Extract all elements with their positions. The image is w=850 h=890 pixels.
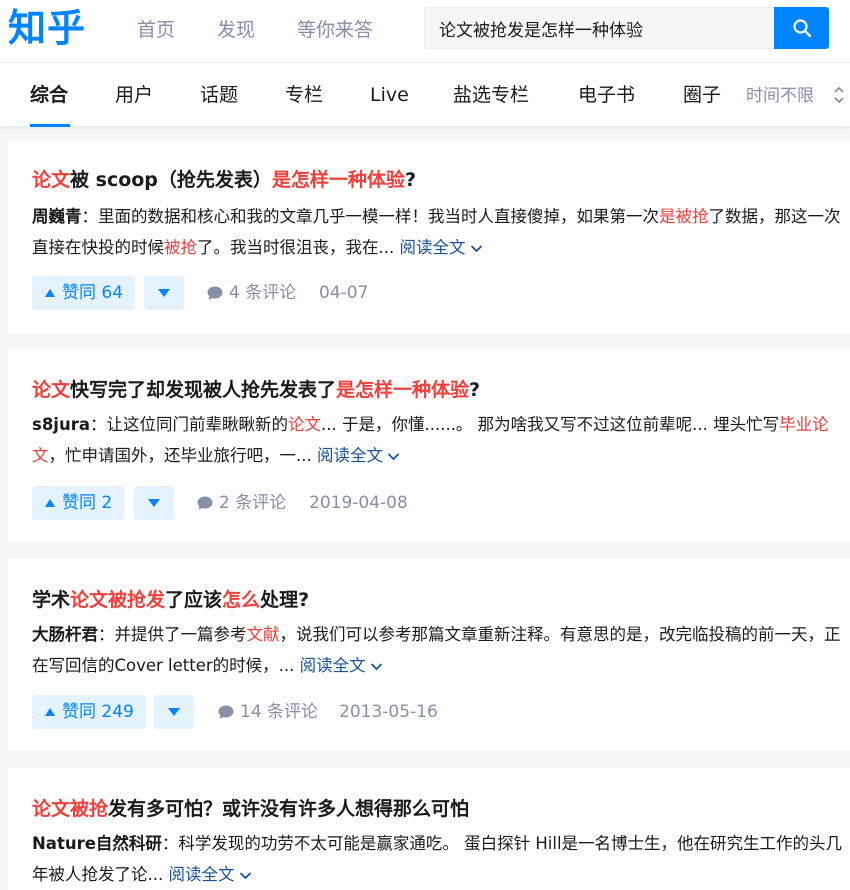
upvote-count: 赞同 2 bbox=[62, 493, 113, 513]
text-segment: ? bbox=[469, 379, 481, 401]
nav-waiting-answers[interactable]: 等你来答 bbox=[297, 17, 373, 43]
search-result-card: 学术论文被抢发了应该怎么处理? 大肠杆君：并提供了一篇参考文献，说我们可以参考那… bbox=[8, 559, 850, 751]
search-result-card: 论文被抢发有多可怕？或许没有许多人想得那么可怕 Nature自然科研：科学发现的… bbox=[8, 768, 850, 890]
search-result-card: 论文快写完了却发现被人抢先发表了是怎样一种体验? s8jura：让这位同门前辈瞅… bbox=[8, 349, 850, 542]
result-title[interactable]: 学术论文被抢发了应该怎么处理? bbox=[32, 586, 309, 614]
text-segment: 了应该 bbox=[165, 589, 223, 611]
triangle-down-icon bbox=[158, 289, 170, 297]
author-name[interactable]: s8jura bbox=[32, 415, 90, 434]
triangle-up-icon bbox=[45, 708, 55, 716]
comment-bubble-icon bbox=[218, 705, 234, 719]
text-segment: 处理? bbox=[260, 589, 310, 611]
search-type-tabs: 综合 用户 话题 专栏 Live 盐选专栏 电子书 圈子 时间不限 bbox=[0, 62, 850, 127]
comment-bubble-icon bbox=[197, 496, 213, 510]
author-name[interactable]: Nature自然科研 bbox=[32, 834, 162, 853]
tab-general[interactable]: 综合 bbox=[30, 82, 68, 108]
text-segment: ... 于是，你懂......。 那为啥我又写不过这位前辈呢... 埋头忙写 bbox=[320, 415, 780, 434]
comment-bubble-icon bbox=[207, 286, 223, 300]
author-name[interactable]: 周巍青 bbox=[32, 207, 82, 226]
text-segment: 学术 bbox=[32, 589, 71, 611]
search-icon bbox=[792, 19, 811, 38]
downvote-button[interactable] bbox=[144, 276, 184, 310]
result-excerpt: 大肠杆君：并提供了一篇参考文献，说我们可以参考那篇文章重新注释。有意思的是，改完… bbox=[32, 619, 847, 681]
excerpt-text: ：并提供了一篇参考文献，说我们可以参考那篇文章重新注释。有意思的是，改完临投稿的… bbox=[32, 625, 841, 675]
chevron-down-icon bbox=[470, 245, 482, 253]
text-segment: 发有多可怕？或许没有许多人想得那么可怕 bbox=[108, 798, 470, 820]
result-title[interactable]: 论文被抢发有多可怕？或许没有许多人想得那么可怕 bbox=[32, 795, 469, 823]
chevron-down-icon bbox=[239, 872, 251, 880]
top-header: 知乎 首页 发现 等你来答 bbox=[0, 0, 850, 62]
keyword-highlight: 文献 bbox=[246, 625, 280, 644]
keyword-highlight: 是怎样一种体验 bbox=[336, 379, 470, 401]
zhihu-logo[interactable]: 知乎 bbox=[8, 6, 86, 50]
sort-arrows-icon bbox=[834, 86, 844, 104]
active-tab-indicator bbox=[30, 124, 70, 127]
upvote-count: 赞同 249 bbox=[62, 702, 134, 722]
result-date: 04-07 bbox=[319, 283, 369, 303]
text-segment: ? bbox=[404, 169, 416, 191]
search-button[interactable] bbox=[774, 7, 829, 49]
result-excerpt: 周巍青：里面的数据和核心和我的文章几乎一模一样！我当时人直接傻掉，如果第一次是被… bbox=[32, 201, 847, 263]
read-more-link[interactable]: 阅读全文 bbox=[169, 865, 252, 884]
text-segment: ：里面的数据和核心和我的文章几乎一模一样！我当时人直接傻掉，如果第一次 bbox=[81, 207, 660, 226]
triangle-up-icon bbox=[45, 499, 55, 507]
chevron-down-icon bbox=[387, 453, 400, 461]
upvote-button[interactable]: 赞同 249 bbox=[32, 695, 146, 729]
search-result-card: 论文被 scoop（抢先发表）是怎样一种体验? 周巍青：里面的数据和核心和我的文… bbox=[8, 141, 850, 333]
upvote-count: 赞同 64 bbox=[62, 283, 124, 303]
tab-users[interactable]: 用户 bbox=[115, 82, 153, 108]
text-segment: 被 scoop（抢先发表） bbox=[70, 169, 272, 191]
text-segment: ：让这位同门前辈瞅瞅新的 bbox=[89, 415, 288, 434]
text-segment: ：并提供了一篇参考 bbox=[98, 625, 247, 644]
read-more-link[interactable]: 阅读全文 bbox=[400, 238, 483, 257]
tab-topics[interactable]: 话题 bbox=[200, 82, 238, 108]
downvote-button[interactable] bbox=[154, 695, 194, 729]
result-title[interactable]: 论文快写完了却发现被人抢先发表了是怎样一种体验? bbox=[32, 376, 480, 404]
tab-live[interactable]: Live bbox=[370, 82, 409, 108]
nav-discover[interactable]: 发现 bbox=[217, 17, 255, 43]
tab-salt-columns[interactable]: 盐选专栏 bbox=[453, 82, 529, 108]
result-title[interactable]: 论文被 scoop（抢先发表）是怎样一种体验? bbox=[32, 166, 416, 194]
triangle-down-icon bbox=[148, 499, 160, 507]
keyword-highlight: 怎么 bbox=[222, 589, 261, 611]
text-segment: 了。我当时很沮丧，我在... bbox=[197, 238, 395, 257]
keyword-highlight: 被抢 bbox=[164, 238, 197, 257]
triangle-down-icon bbox=[168, 708, 180, 716]
keyword-highlight: 论文被抢发 bbox=[70, 589, 166, 611]
read-more-link[interactable]: 阅读全文 bbox=[317, 446, 400, 465]
text-segment: ，忙申请国外，还毕业旅行吧，一... bbox=[48, 446, 312, 465]
chevron-down-icon bbox=[370, 663, 382, 671]
comments-button[interactable]: 2 条评论 bbox=[196, 486, 286, 520]
keyword-highlight: 论文 bbox=[32, 379, 71, 401]
text-segment: 快写完了却发现被人抢先发表了 bbox=[70, 379, 337, 401]
tab-ebooks[interactable]: 电子书 bbox=[578, 82, 635, 108]
read-more-link[interactable]: 阅读全文 bbox=[300, 656, 383, 675]
tab-circles[interactable]: 圈子 bbox=[683, 82, 721, 108]
excerpt-text: ：让这位同门前辈瞅瞅新的论文... 于是，你懂......。 那为啥我又写不过这… bbox=[32, 415, 829, 465]
result-excerpt: Nature自然科研：科学发现的功劳不太可能是赢家通吃。 蛋白探针 Hill是一… bbox=[32, 828, 847, 890]
author-name[interactable]: 大肠杆君 bbox=[32, 625, 98, 644]
keyword-highlight: 论文 bbox=[32, 169, 71, 191]
result-excerpt: s8jura：让这位同门前辈瞅瞅新的论文... 于是，你懂......。 那为啥… bbox=[32, 409, 847, 471]
keyword-highlight: 论文 bbox=[287, 415, 321, 434]
nav-home[interactable]: 首页 bbox=[137, 17, 175, 43]
comments-button[interactable]: 4 条评论 bbox=[206, 276, 296, 310]
keyword-highlight: 是怎样一种体验 bbox=[271, 169, 405, 191]
result-date: 2019-04-08 bbox=[309, 493, 408, 513]
comments-button[interactable]: 14 条评论 bbox=[217, 695, 318, 729]
keyword-highlight: 是被抢 bbox=[659, 207, 709, 226]
result-date: 2013-05-16 bbox=[339, 702, 438, 722]
upvote-button[interactable]: 赞同 64 bbox=[32, 276, 136, 310]
triangle-up-icon bbox=[45, 289, 55, 297]
tab-columns[interactable]: 专栏 bbox=[285, 82, 323, 108]
keyword-highlight: 论文被抢 bbox=[32, 798, 109, 820]
time-filter-select[interactable]: 时间不限 bbox=[746, 84, 814, 108]
upvote-button[interactable]: 赞同 2 bbox=[32, 486, 125, 520]
search-input[interactable] bbox=[424, 7, 775, 49]
downvote-button[interactable] bbox=[134, 486, 174, 520]
